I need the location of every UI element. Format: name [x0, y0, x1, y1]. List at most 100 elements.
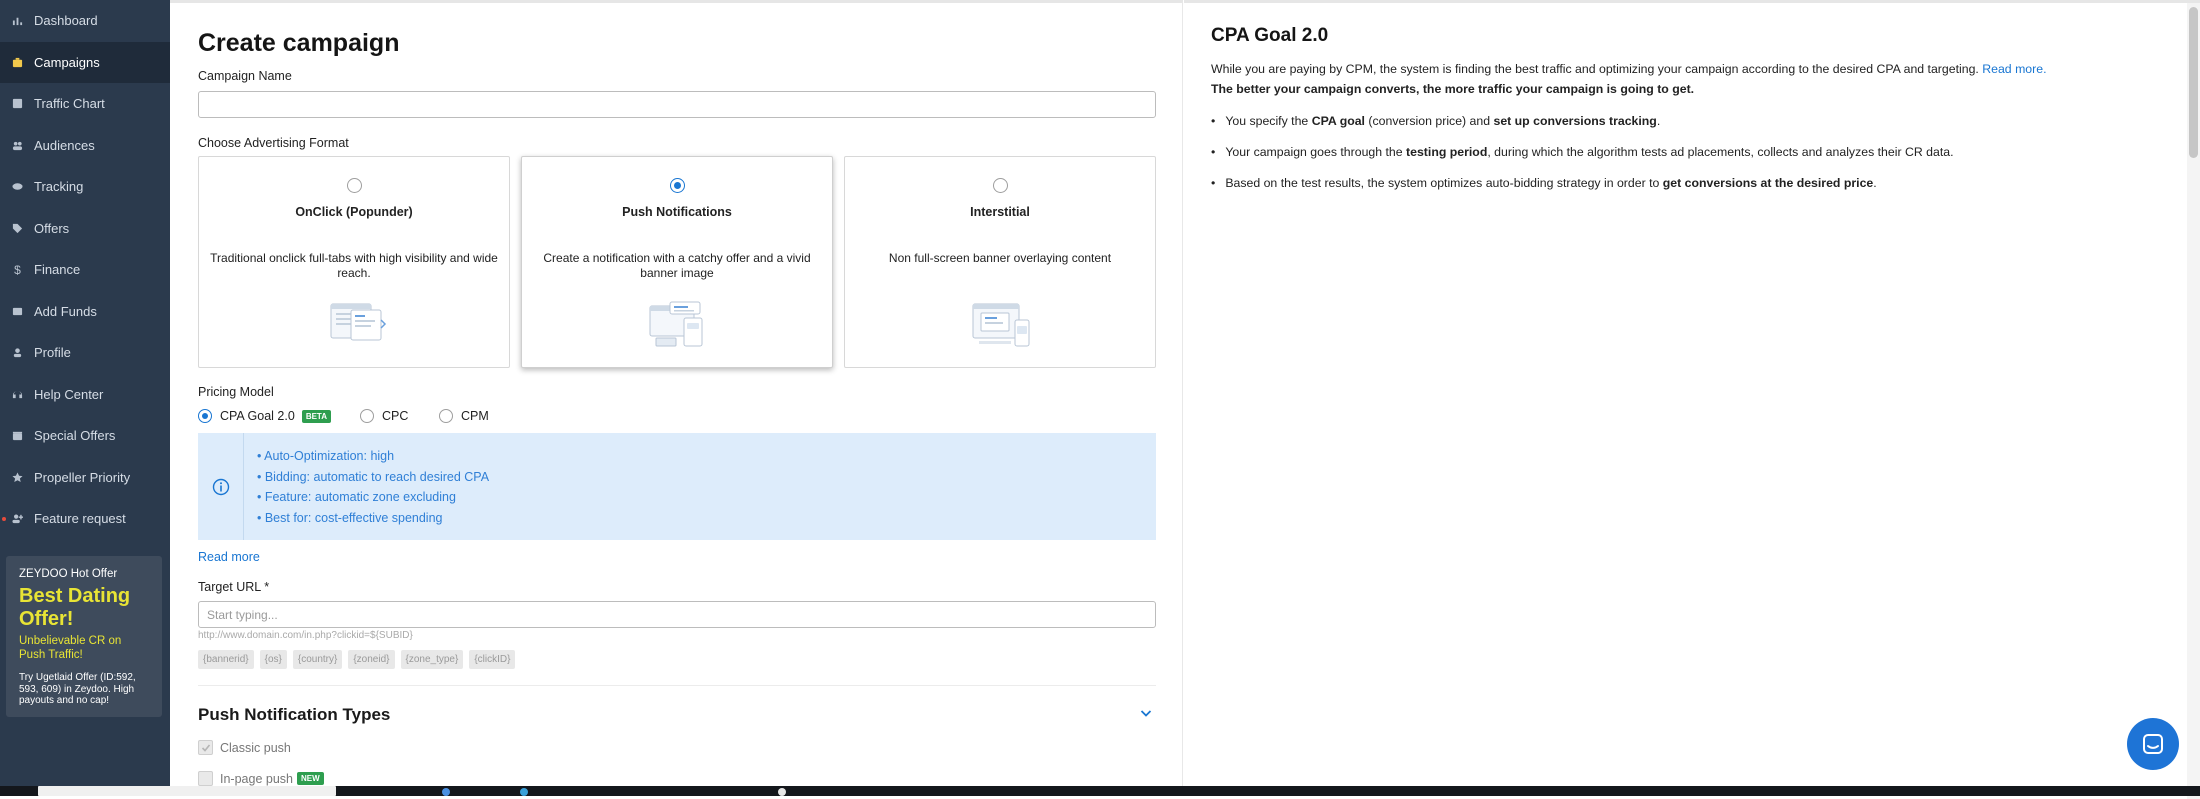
macro-chip[interactable]: {country}: [292, 650, 343, 669]
pricing-option-label: CPM: [461, 409, 489, 423]
target-url-hint: http://www.domain.com/in.php?clickid=${S…: [198, 630, 413, 641]
notification-dot: [2, 516, 6, 521]
pricing-info-item: • Auto-Optimization: high: [257, 449, 395, 463]
checkbox-checked[interactable]: [198, 740, 213, 755]
people-icon: [12, 140, 23, 151]
push-types-title: Push Notification Types: [198, 705, 391, 724]
pricing-model-label: Pricing Model: [198, 385, 274, 399]
format-title: Interstitial: [970, 205, 1030, 219]
macro-chip[interactable]: {zone_type}: [400, 650, 464, 669]
format-card-onclick[interactable]: OnClick (Popunder) Traditional onclick f…: [198, 156, 510, 368]
taskbar-app-icon[interactable]: [520, 788, 528, 796]
sidebar-item-traffic-chart[interactable]: Traffic Chart: [0, 83, 170, 125]
chevron-down-icon[interactable]: [1138, 705, 1154, 721]
help-bullet-text: Your campaign goes through the testing p…: [1225, 145, 1953, 159]
help-read-more-link[interactable]: Read more.: [1982, 62, 2046, 76]
taskbar-search[interactable]: [38, 786, 336, 796]
help-intro-text: While you are paying by CPM, the system …: [1211, 62, 1979, 76]
sidebar-item-feature-request[interactable]: Feature request: [0, 498, 170, 540]
format-description: Non full-screen banner overlaying conten…: [888, 251, 1112, 265]
pricing-option-label: CPA Goal 2.0: [220, 409, 295, 423]
pricing-info-item: • Feature: automatic zone excluding: [257, 490, 456, 505]
sidebar-item-finance[interactable]: $ Finance: [0, 249, 170, 291]
pricing-option-cpc[interactable]: CPC: [360, 409, 408, 423]
sidebar-item-audiences[interactable]: Audiences: [0, 125, 170, 167]
promo-body: Try Ugetlaid Offer (ID:592, 593, 609) in…: [19, 672, 136, 706]
campaign-name-input[interactable]: [199, 92, 1155, 117]
text-span: You specify the: [1225, 114, 1312, 128]
format-card-interstitial[interactable]: Interstitial Non full-screen banner over…: [844, 156, 1156, 368]
traffic-chart-icon: [12, 98, 23, 109]
text-span: (conversion price) and: [1364, 114, 1494, 128]
section-divider: [198, 685, 1156, 686]
person-add-icon: [12, 513, 23, 524]
push-type-classic[interactable]: Classic push: [198, 740, 291, 755]
card-icon: [12, 306, 23, 317]
format-card-push-notifications[interactable]: Push Notifications Create a notification…: [521, 156, 833, 368]
macro-chip[interactable]: {os}: [259, 650, 287, 669]
star-icon: [12, 472, 23, 483]
taskbar-app-icon[interactable]: [778, 788, 786, 796]
promo-title: Best Dating Offer!: [19, 585, 131, 630]
push-type-label: In-page push: [220, 771, 293, 786]
sidebar-item-label: Propeller Priority: [34, 469, 131, 485]
macro-chip[interactable]: {clickID}: [469, 650, 516, 669]
target-url-field[interactable]: [198, 601, 1156, 628]
help-bullet-text: You specify the CPA goal (conversion pri…: [1225, 114, 1660, 128]
push-type-label: Classic push: [220, 740, 291, 755]
macro-chip[interactable]: {zoneid}: [348, 650, 395, 669]
format-radio[interactable]: [670, 178, 685, 193]
help-panel-title: CPA Goal 2.0: [1211, 25, 1329, 46]
macro-chip[interactable]: {bannerid}: [198, 650, 254, 669]
sidebar-item-propeller-priority[interactable]: Propeller Priority: [0, 457, 170, 499]
sidebar-item-label: Feature request: [34, 511, 126, 527]
bar-chart-icon: [12, 15, 23, 26]
push-type-in-page[interactable]: In-page push NEW: [198, 771, 324, 786]
bullet-dot: •: [1211, 176, 1216, 190]
new-badge: NEW: [296, 772, 324, 785]
read-more-link[interactable]: Read more: [198, 550, 260, 564]
taskbar-app-icon[interactable]: [442, 788, 450, 796]
format-label: Choose Advertising Format: [198, 136, 349, 150]
pricing-radio[interactable]: [198, 409, 212, 423]
sidebar-item-dashboard[interactable]: Dashboard: [0, 0, 170, 42]
pricing-option-label: CPC: [382, 409, 409, 423]
pricing-radio[interactable]: [360, 409, 374, 423]
briefcase-icon: [12, 57, 23, 68]
sidebar-item-tracking[interactable]: Tracking: [0, 166, 170, 208]
target-url-input[interactable]: [199, 602, 1155, 627]
format-radio[interactable]: [993, 178, 1008, 193]
pricing-option-cpa-goal[interactable]: CPA Goal 2.0 BETA: [198, 409, 331, 423]
pricing-radio[interactable]: [439, 409, 453, 423]
checkbox[interactable]: [198, 771, 213, 786]
sidebar-item-campaigns[interactable]: Campaigns: [0, 41, 170, 83]
sidebar-item-special-offers[interactable]: Special Offers: [0, 415, 170, 457]
bullet-dot: •: [1211, 145, 1216, 159]
sidebar-item-label: Campaigns: [34, 54, 100, 70]
scrollbar-thumb[interactable]: [2189, 7, 2198, 158]
dollar-icon: $: [14, 262, 21, 277]
chat-button[interactable]: [2127, 718, 2179, 770]
format-radio[interactable]: [347, 178, 362, 193]
sidebar-item-label: Dashboard: [34, 13, 98, 29]
gift-icon: [12, 430, 23, 441]
help-panel: CPA Goal 2.0 While you are paying by CPM…: [1184, 0, 2200, 799]
pricing-option-cpm[interactable]: CPM: [439, 409, 489, 423]
text-span: Your campaign goes through the: [1225, 145, 1407, 159]
help-bold-line: The better your campaign converts, the m…: [1211, 82, 1695, 96]
sidebar: Dashboard Campaigns Traffic Chart Audien…: [0, 0, 170, 796]
eye-icon: [12, 181, 23, 192]
create-campaign-form: Create campaign Campaign Name Choose Adv…: [170, 0, 1183, 796]
sidebar-item-help-center[interactable]: Help Center: [0, 374, 170, 416]
help-intro: While you are paying by CPM, the system …: [1211, 62, 2047, 77]
sidebar-item-label: Tracking: [34, 179, 84, 195]
campaign-name-field[interactable]: [198, 91, 1156, 118]
promo-banner[interactable]: ZEYDOO Hot Offer Best Dating Offer! Unbe…: [6, 556, 162, 717]
scrollbar[interactable]: [2187, 3, 2200, 799]
page-title: Create campaign: [198, 29, 400, 57]
sidebar-item-add-funds[interactable]: Add Funds: [0, 291, 170, 333]
sidebar-item-offers[interactable]: Offers: [0, 208, 170, 250]
sidebar-item-profile[interactable]: Profile: [0, 332, 170, 374]
text-bold: get conversions at the desired price: [1662, 176, 1874, 190]
help-bullet: • Based on the test results, the system …: [1211, 176, 1877, 190]
